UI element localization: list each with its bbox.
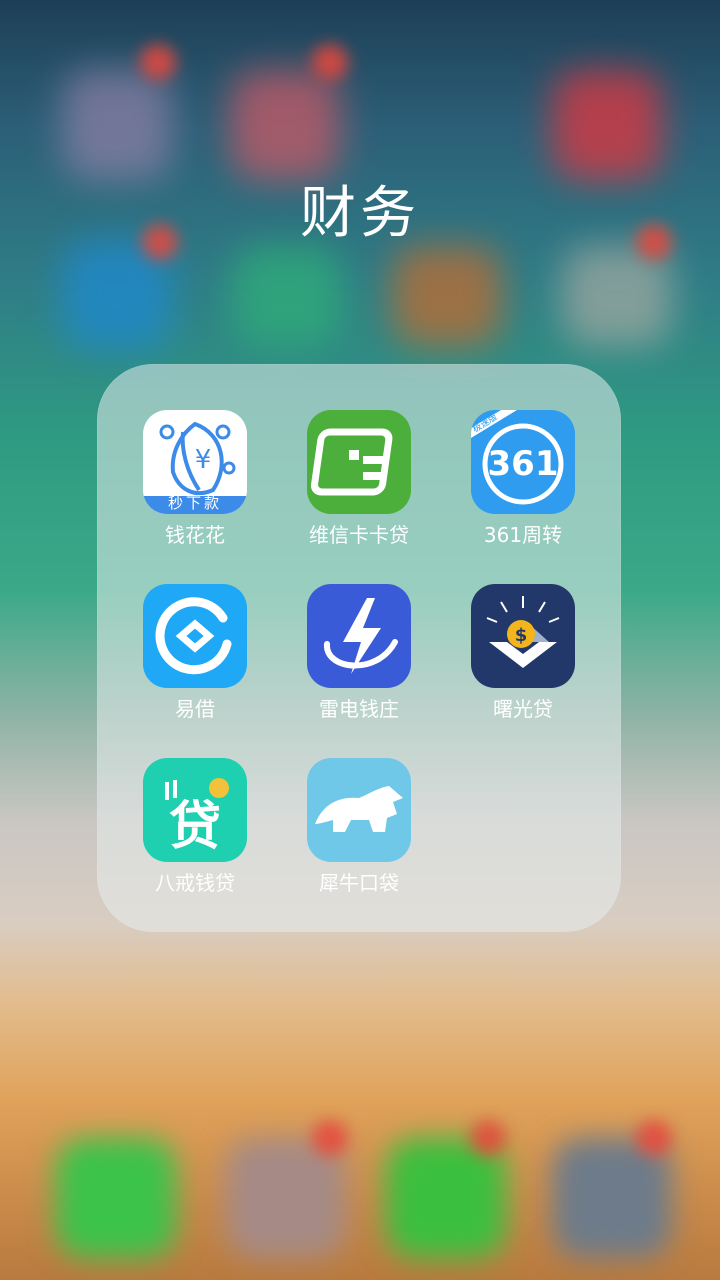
blurred-badge	[470, 1120, 506, 1156]
blurred-dock-icon	[226, 1138, 346, 1258]
dollar-sunrise-icon[interactable]: $	[471, 584, 575, 688]
blurred-dock-icon	[386, 1138, 506, 1258]
lightning-icon[interactable]	[307, 584, 411, 688]
letter-e-icon[interactable]	[143, 584, 247, 688]
ring-number: 361	[487, 444, 559, 484]
blurred-app-icon	[562, 246, 672, 346]
app-label: 维信卡卡贷	[309, 523, 409, 547]
icon-character: 贷	[168, 797, 221, 857]
app-label: 钱花花	[165, 523, 225, 547]
blurred-app-icon	[552, 70, 662, 180]
app-xiniu-koudai[interactable]: 犀牛口袋	[277, 758, 441, 896]
app-weixin-kakadai[interactable]: 维信卡卡贷	[277, 410, 441, 548]
app-label: 曙光贷	[493, 697, 553, 721]
blurred-app-icon	[62, 70, 172, 180]
card-icon[interactable]	[307, 410, 411, 514]
app-yijie[interactable]: 易借	[113, 584, 277, 722]
blurred-badge	[140, 44, 176, 80]
app-qianhuahua[interactable]: ¥ 秒下款 钱花花	[113, 410, 277, 548]
leaf-yen-icon[interactable]: ¥ 秒下款	[143, 410, 247, 514]
app-folder: ¥ 秒下款 钱花花 维信卡卡贷 361 极速版 361周转 易借 雷电钱庄 $ …	[97, 364, 621, 932]
app-label: 361周转	[483, 523, 563, 547]
blurred-badge	[312, 44, 348, 80]
app-label: 犀牛口袋	[319, 871, 399, 895]
svg-text:¥: ¥	[195, 445, 212, 475]
folder-title[interactable]: 财务	[0, 168, 720, 249]
ring-361-icon[interactable]: 361 极速版	[471, 410, 575, 514]
icon-badge-text: 秒下款	[167, 494, 222, 512]
app-label: 雷电钱庄	[319, 697, 399, 721]
blurred-app-icon	[230, 70, 340, 180]
blurred-dock-icon	[552, 1138, 672, 1258]
blurred-app-icon	[392, 246, 502, 346]
svg-text:$: $	[515, 625, 528, 646]
app-label: 易借	[175, 697, 215, 721]
blurred-badge	[312, 1120, 348, 1156]
blurred-app-icon	[232, 246, 342, 346]
app-bajie-qiandai[interactable]: 贷 八戒钱贷	[113, 758, 277, 896]
app-label: 八戒钱贷	[155, 871, 235, 895]
rhino-icon[interactable]	[307, 758, 411, 862]
app-leidian-qianzhuang[interactable]: 雷电钱庄	[277, 584, 441, 722]
app-shuguangdai[interactable]: $ 曙光贷	[441, 584, 605, 722]
app-361-zhouzhuan[interactable]: 361 极速版 361周转	[441, 410, 605, 548]
loan-character-icon[interactable]: 贷	[143, 758, 247, 862]
blurred-dock-icon	[56, 1138, 176, 1258]
blurred-badge	[636, 1120, 672, 1156]
